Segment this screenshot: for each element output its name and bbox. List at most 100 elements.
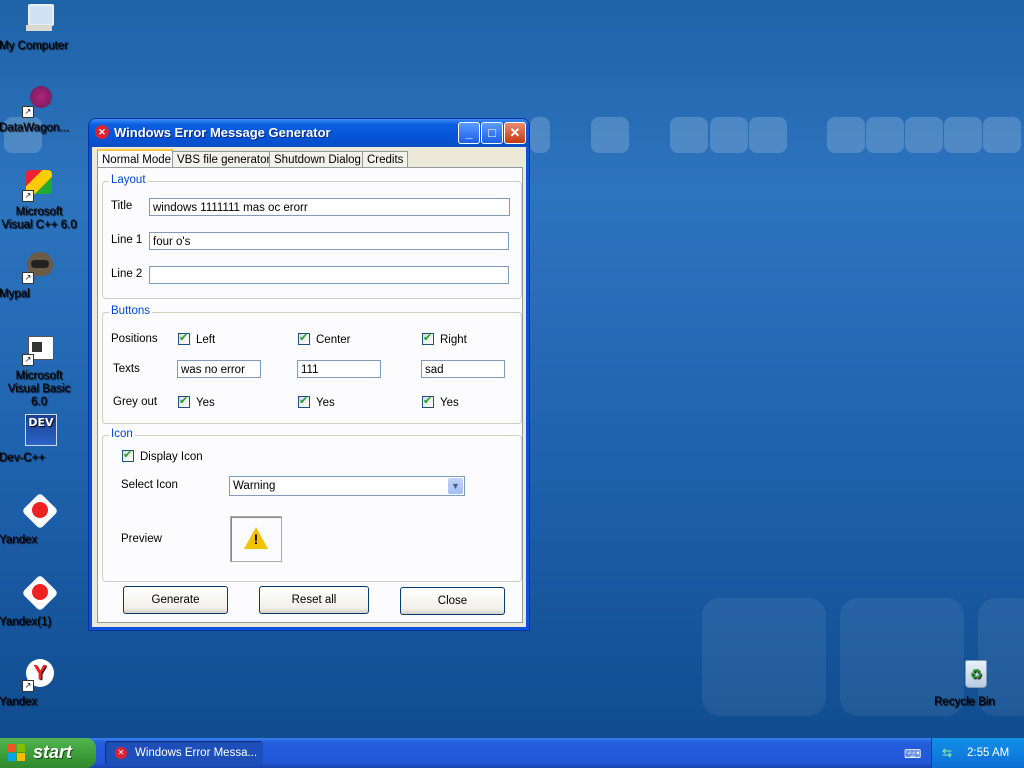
center-position-checkbox[interactable] [298,331,310,345]
taskbar-item-label: Windows Error Messa... [135,747,258,759]
shortcut-arrow-icon: ↗ [22,272,34,284]
network-icon[interactable]: ⇆ [942,746,952,760]
shortcut-arrow-icon: ↗ [22,354,34,366]
positions-label: Positions [111,333,158,345]
desktop-decor [905,117,943,153]
desktop-decor [591,117,629,153]
normal-mode-panel: Layout Title windows 1111111 mas oc eror… [97,167,523,623]
shortcut-arrow-icon: ↗ [22,106,34,118]
left-greyout-checkbox[interactable] [178,394,190,408]
desktop-icon-label: Mypal [0,288,30,300]
right-button-text-input[interactable]: sad [421,360,505,378]
desktop-icon-mypal[interactable]: ↗ Mypal [0,250,79,300]
generate-button[interactable]: Generate [123,586,228,614]
desktop-decor [530,117,550,153]
system-tray: ⇆ 2:55 AM [931,738,1024,768]
line1-label: Line 1 [111,234,143,246]
desktop-icon-yandex-1[interactable]: Yandex(1) [0,574,79,628]
layout-group-title: Layout [109,174,148,186]
desktop-icon-my-computer[interactable]: My Computer [0,2,79,52]
line2-input[interactable] [149,266,509,284]
computer-icon [22,2,56,36]
left-position-label: Left [196,334,216,346]
yandex-browser-icon: Y ↗ [22,658,56,692]
right-position-checkbox[interactable] [422,331,434,345]
desktop-icon-label: Yandex(1) [0,616,52,628]
buttons-group: Buttons Positions Left Center Right Text… [102,305,522,424]
right-greyout-label: Yes [440,397,459,409]
desktop-decor [983,117,1021,153]
windows-flag-icon [8,744,26,761]
mypal-icon: ↗ [22,250,56,284]
center-position-label: Center [316,334,351,346]
reset-all-button[interactable]: Reset all [259,586,369,614]
desktop-icon-label: Recycle Bin [934,696,995,708]
desktop-icon-label: Yandex [0,696,38,708]
taskbar-item-error-generator[interactable]: ✕ Windows Error Messa... [105,741,263,765]
icon-group-title: Icon [109,428,135,440]
display-icon-label: Display Icon [140,451,203,463]
visual-basic-icon: ↗ [22,332,56,366]
yandex-icon [21,492,59,530]
desktop-icon-visual-basic[interactable]: ↗ Microsoft Visual Basic 6.0 [0,332,79,408]
desktop-icon-recycle-bin[interactable]: ♻ Recycle Bin [934,658,1014,708]
right-position-label: Right [440,334,467,346]
warning-icon-mark: ! [253,531,259,547]
desktop-icon-label: Microsoft Visual C++ 6.0 [1,206,77,231]
greyout-label: Grey out [113,396,158,408]
desktop-decor [702,598,826,716]
desktop-icon-label: Microsoft Visual Basic 6.0 [7,370,71,408]
left-position-checkbox[interactable] [178,331,190,345]
recycle-bin-icon: ♻ [957,658,991,692]
desktop-decor [944,117,982,153]
texts-label: Texts [113,363,140,375]
display-icon-checkbox[interactable] [122,448,134,462]
center-button-text-input[interactable]: 111 [297,360,381,378]
desktop-decor [866,117,904,153]
desktop-icon-visual-cpp[interactable]: ↗ Microsoft Visual C++ 6.0 [0,168,79,231]
close-window-button[interactable]: ✕ [504,122,526,144]
left-button-text-input[interactable]: was no error [177,360,261,378]
close-button[interactable]: Close [400,587,505,615]
right-greyout-checkbox[interactable] [422,394,434,408]
center-greyout-checkbox[interactable] [298,394,310,408]
line1-input[interactable]: four o's [149,232,509,250]
chevron-down-icon[interactable]: ▼ [448,478,463,494]
line2-label: Line 2 [111,268,143,280]
error-app-icon: ✕ [95,125,109,139]
desktop-icon-dev-cpp[interactable]: DEV Dev-C++ [0,414,79,464]
select-icon-label: Select Icon [121,479,178,491]
keyboard-icon[interactable]: ⌨ [904,747,921,761]
desktop-icon-label: My Computer [0,40,69,52]
icon-select-value: Warning [233,480,276,492]
center-greyout-label: Yes [316,397,335,409]
desktop-icon-datawagon[interactable]: ↗ DataWagon... [0,84,79,134]
icon-preview: ! [230,516,282,562]
window-titlebar[interactable]: ✕ Windows Error Message Generator _ □ ✕ [89,119,529,147]
window-title: Windows Error Message Generator [114,125,331,140]
error-app-icon: ✕ [115,747,127,759]
taskbar: start ✕ Windows Error Messa... ⌨ ⇆ 2:55 … [0,738,1024,768]
desktop-decor [827,117,865,153]
left-greyout-label: Yes [196,397,215,409]
maximize-button[interactable]: □ [481,122,503,144]
visual-cpp-icon: ↗ [22,168,56,202]
datawagon-icon: ↗ [22,84,56,118]
desktop-icon-label: DataWagon... [0,122,69,134]
clock[interactable]: 2:55 AM [967,747,1009,759]
icon-select[interactable]: Warning ▼ [229,476,465,496]
shortcut-arrow-icon: ↗ [22,680,34,692]
start-button[interactable]: start [0,738,96,768]
desktop-decor [670,117,708,153]
desktop-decor [749,117,787,153]
minimize-button[interactable]: _ [458,122,480,144]
desktop-icon-yandex-browser[interactable]: Y ↗ Yandex [0,658,79,708]
desktop-icon-yandex[interactable]: Yandex [0,492,79,546]
window-client: Normal Mode VBS file generator Shutdown … [92,147,526,627]
desktop-icon-label: Dev-C++ [0,452,46,464]
title-input[interactable]: windows 1111111 mas oc erorr [149,198,510,216]
dev-cpp-icon: DEV [22,414,57,448]
title-label: Title [111,200,133,212]
preview-label: Preview [121,533,162,545]
error-generator-window: ✕ Windows Error Message Generator _ □ ✕ … [89,119,529,630]
